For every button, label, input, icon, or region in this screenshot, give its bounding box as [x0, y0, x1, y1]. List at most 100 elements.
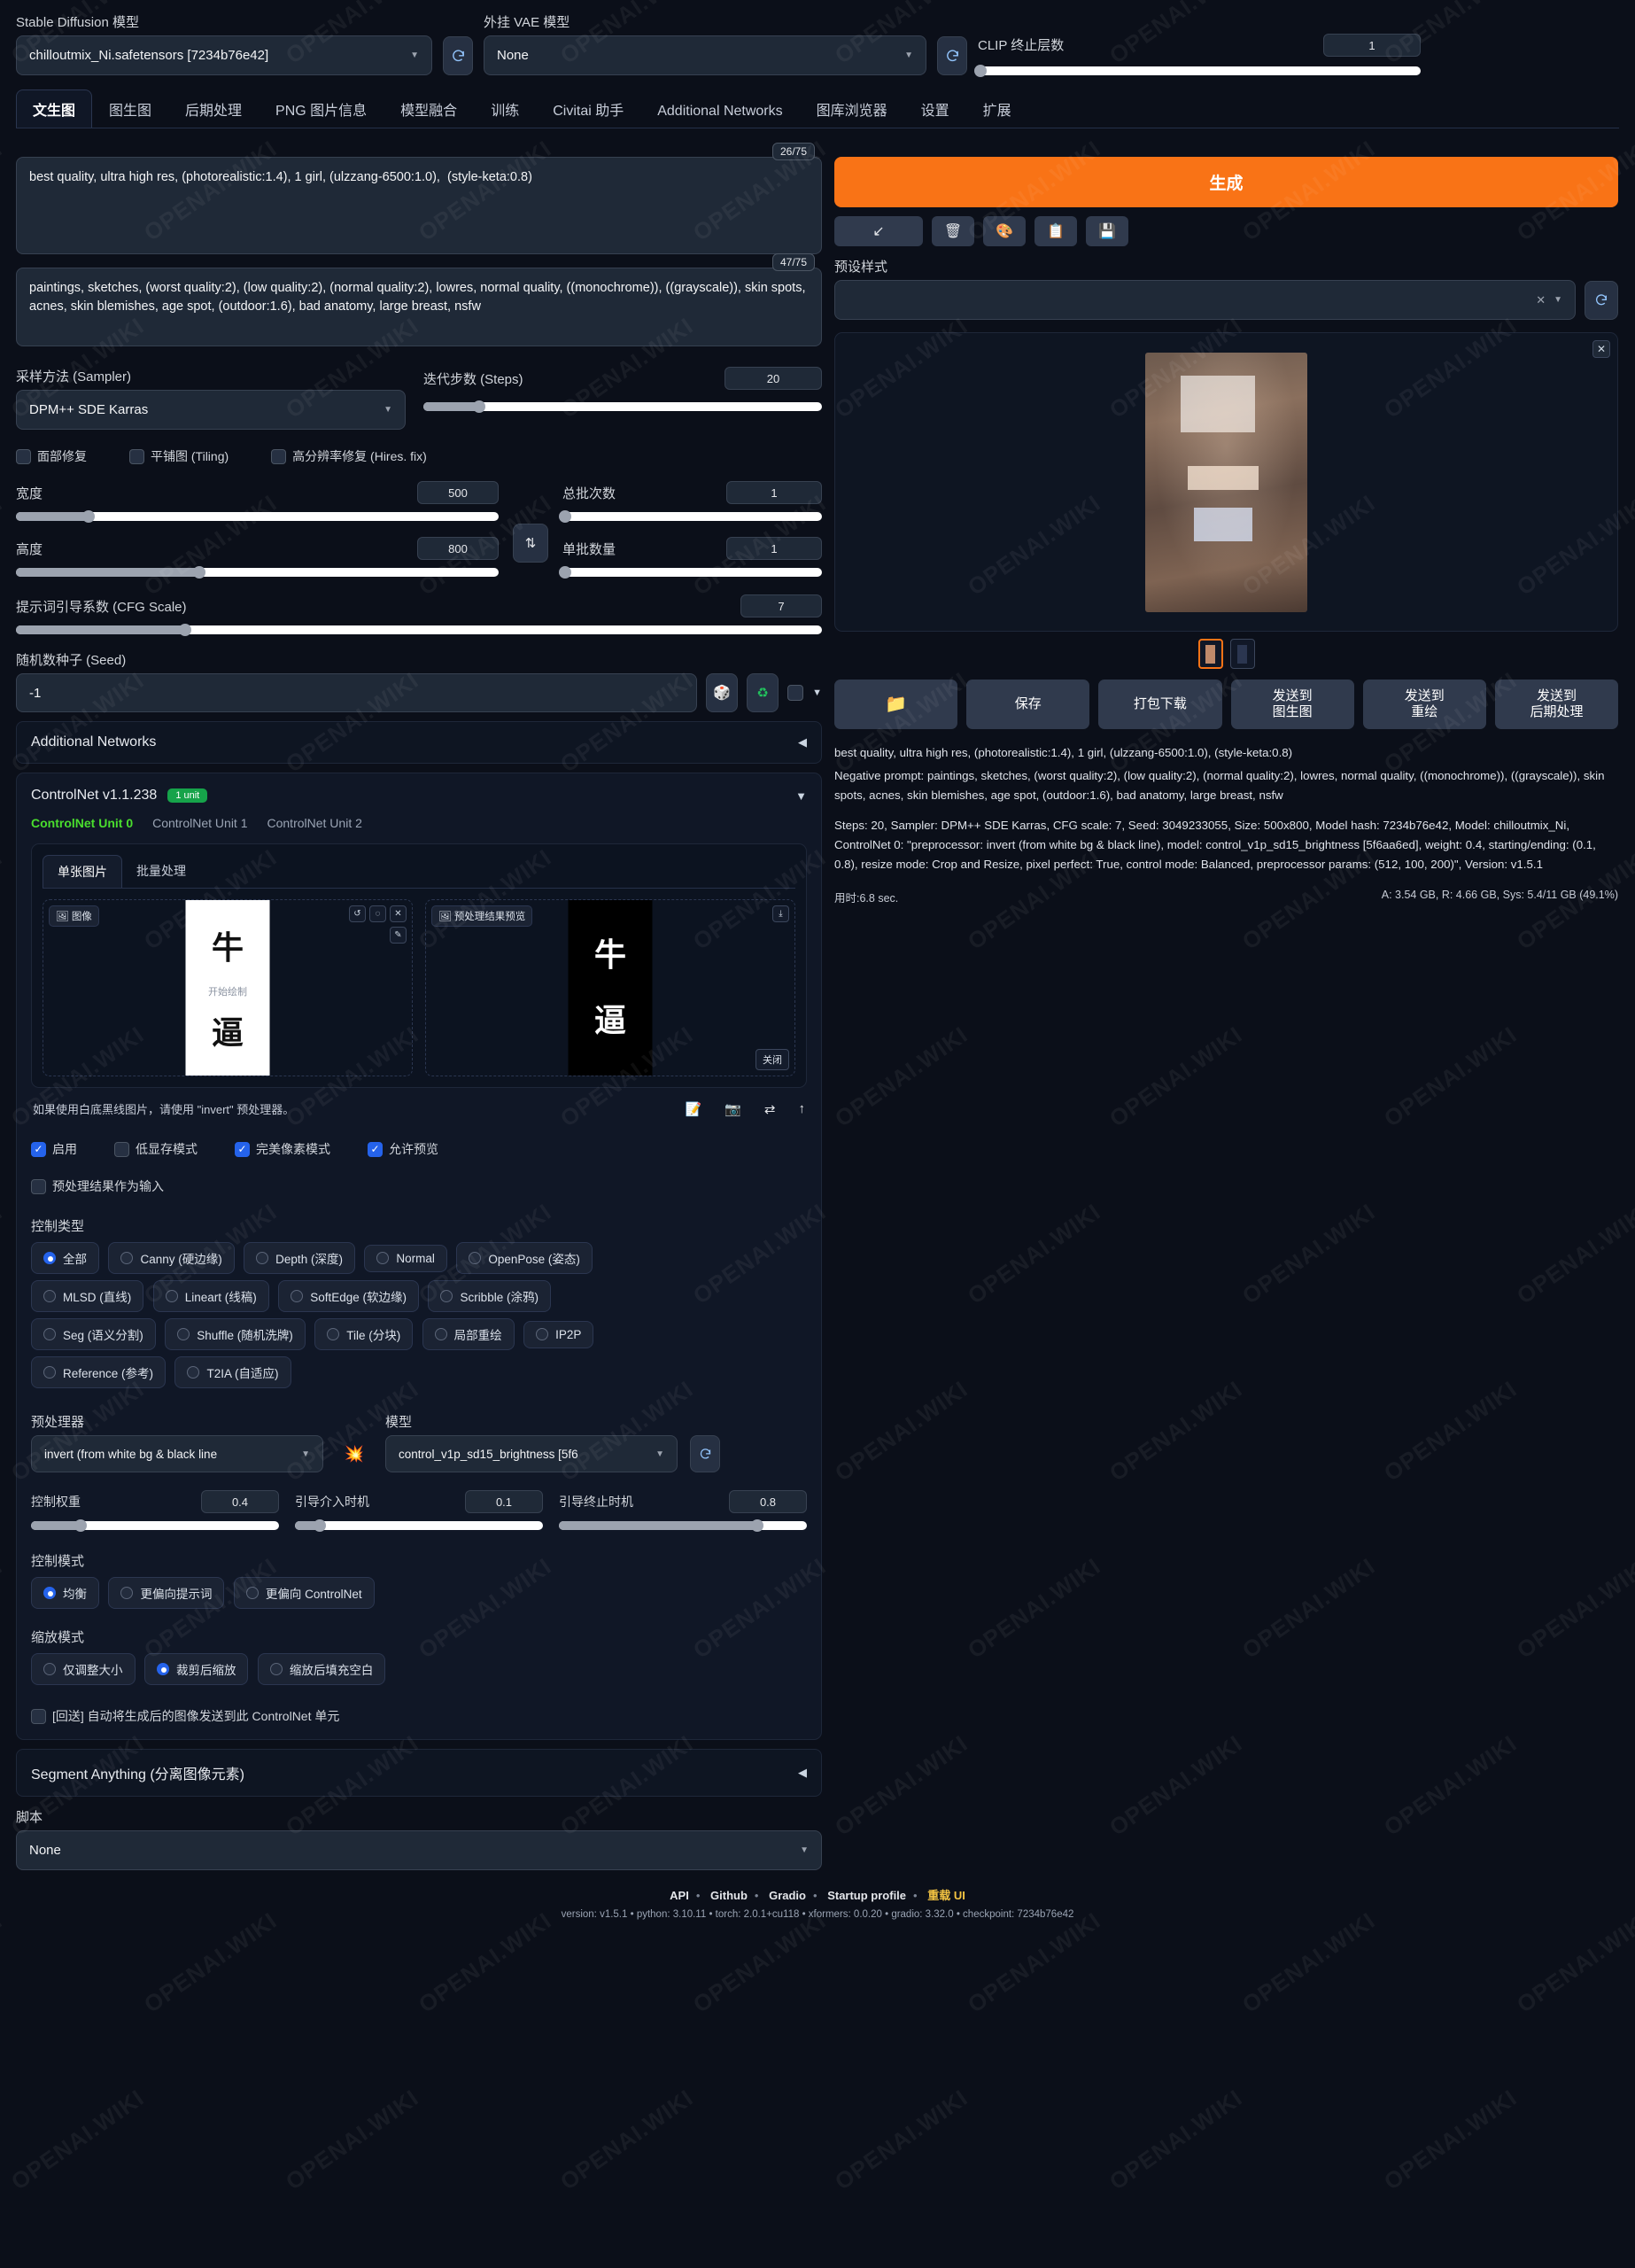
steps-slider[interactable]	[423, 400, 822, 414]
control-type-t2ia[interactable]: T2IA (自适应)	[174, 1356, 291, 1389]
image-thumb-1[interactable]	[1197, 639, 1223, 669]
generate-button[interactable]: 生成	[834, 157, 1618, 207]
preprocessor-select[interactable]: invert (from white bg & black line ▼	[31, 1435, 323, 1473]
tab-image-browser[interactable]: 图库浏览器	[800, 89, 904, 128]
refresh-styles-button[interactable]	[1585, 280, 1618, 320]
batch-count-value[interactable]: 1	[726, 481, 822, 505]
controlnet-header[interactable]: ControlNet v1.1.238 1 unit ▼	[31, 788, 807, 804]
control-type-lineart[interactable]: Lineart (线稿)	[152, 1280, 269, 1313]
paste-prompt-button[interactable]: ↙	[834, 216, 923, 246]
preprocess-as-input-checkbox[interactable]: 预处理结果作为输入	[31, 1177, 807, 1195]
batch-count-slider[interactable]	[558, 510, 822, 524]
control-type-ip2p[interactable]: IP2P	[523, 1320, 594, 1348]
generated-image[interactable]	[1145, 352, 1307, 612]
control-type-reference[interactable]: Reference (参考)	[31, 1356, 167, 1389]
extra-seed-checkbox[interactable]	[787, 685, 804, 702]
control-type-depth[interactable]: Depth (深度)	[244, 1242, 355, 1275]
close-preview-button[interactable]: 关闭	[756, 1049, 789, 1071]
width-value[interactable]: 500	[417, 481, 499, 505]
styles-select[interactable]: ✕ ▼	[834, 280, 1576, 320]
height-slider[interactable]	[16, 566, 499, 579]
show-networks-button[interactable]: 🎨	[983, 216, 1026, 246]
clip-skip-slider[interactable]	[973, 65, 1421, 77]
apply-style-button[interactable]: 📋	[1034, 216, 1077, 246]
controlnet-preprocess-preview[interactable]: 🖼 预处理结果预览 牛 逼 ⤓ 关闭	[425, 899, 795, 1077]
control-mode-controlnet[interactable]: 更偏向 ControlNet	[233, 1577, 375, 1610]
allow-preview-checkbox[interactable]: ✓ 允许预览	[368, 1140, 438, 1158]
control-mode-prompt[interactable]: 更偏向提示词	[108, 1577, 225, 1610]
send-to-inpaint-button[interactable]: 发送到 重绘	[1362, 680, 1486, 729]
eraser-icon[interactable]: ◌	[369, 905, 386, 923]
batch-size-slider[interactable]	[558, 566, 822, 579]
chevron-down-icon[interactable]: ▼	[812, 687, 822, 698]
cn-start-slider[interactable]	[295, 1519, 543, 1533]
undo-icon[interactable]: ↺	[349, 905, 366, 923]
edit-icon[interactable]: 📝	[686, 1101, 702, 1117]
close-icon[interactable]: ✕	[390, 905, 407, 923]
cn-end-value[interactable]: 0.8	[729, 1490, 807, 1514]
resize-mode-just-resize[interactable]: 仅调整大小	[31, 1653, 136, 1686]
steps-value[interactable]: 20	[725, 367, 822, 391]
footer-link-github[interactable]: Github	[710, 1889, 748, 1902]
brush-icon[interactable]: ✎	[390, 927, 407, 944]
positive-prompt-input[interactable]: best quality, ultra high res, (photoreal…	[16, 157, 822, 255]
upload-icon[interactable]: ↑	[799, 1101, 806, 1117]
cn-start-value[interactable]: 0.1	[465, 1490, 543, 1514]
swap-dimensions-button[interactable]: ⇅	[513, 524, 548, 563]
hires-fix-checkbox[interactable]: 高分辨率修复 (Hires. fix)	[271, 447, 427, 465]
cn-weight-value[interactable]: 0.4	[201, 1490, 279, 1514]
sampler-select[interactable]: DPM++ SDE Karras ▼	[16, 390, 406, 431]
zip-download-button[interactable]: 打包下载	[1098, 680, 1222, 729]
batch-size-value[interactable]: 1	[726, 537, 822, 561]
tiling-checkbox[interactable]: 平铺图 (Tiling)	[129, 447, 229, 465]
tab-txt2img[interactable]: 文生图	[16, 89, 93, 128]
low-vram-checkbox[interactable]: 低显存模式	[114, 1140, 198, 1158]
open-folder-button[interactable]: 📁	[834, 680, 958, 729]
refresh-sd-model-button[interactable]	[443, 36, 473, 75]
footer-link-reload-ui[interactable]: 重载 UI	[927, 1889, 965, 1902]
close-preview-icon[interactable]: ✕	[1592, 340, 1610, 358]
control-mode-balanced[interactable]: 均衡	[31, 1577, 99, 1610]
control-type-normal[interactable]: Normal	[364, 1244, 447, 1272]
control-type-shuffle[interactable]: Shuffle (随机洗牌)	[165, 1318, 306, 1351]
tab-additional-networks[interactable]: Additional Networks	[640, 95, 799, 128]
vae-model-select[interactable]: None ▼	[484, 35, 926, 75]
cn-model-select[interactable]: control_v1p_sd15_brightness [5f6 ▼	[385, 1435, 678, 1473]
footer-link-api[interactable]: API	[670, 1889, 689, 1902]
clear-prompt-button[interactable]: 🗑	[932, 216, 974, 246]
download-icon[interactable]: ⤓	[772, 905, 789, 923]
refresh-cn-model-button[interactable]	[690, 1435, 720, 1473]
segment-anything-accordion[interactable]: Segment Anything (分离图像元素) ◀	[16, 1749, 822, 1798]
tab-extensions[interactable]: 扩展	[966, 89, 1028, 128]
control-type-all[interactable]: 全部	[31, 1242, 99, 1275]
control-type-softedge[interactable]: SoftEdge (软边缘)	[278, 1280, 419, 1313]
tab-civitai-helper[interactable]: Civitai 助手	[536, 89, 640, 128]
controlnet-unit-1-tab[interactable]: ControlNet Unit 1	[152, 816, 247, 833]
tab-settings[interactable]: 设置	[904, 89, 966, 128]
height-value[interactable]: 800	[417, 537, 499, 561]
footer-link-gradio[interactable]: Gradio	[769, 1889, 806, 1902]
camera-icon[interactable]: 📷	[725, 1101, 741, 1117]
cfg-value[interactable]: 7	[740, 594, 822, 618]
tab-img2img[interactable]: 图生图	[92, 89, 168, 128]
control-type-seg[interactable]: Seg (语义分割)	[31, 1318, 156, 1351]
negative-prompt-input[interactable]: paintings, sketches, (worst quality:2), …	[16, 268, 822, 347]
controlnet-input-image[interactable]: 🖼 图像 牛 开始绘制 逼 ↺ ◌ ✕ ✎	[43, 899, 413, 1077]
footer-link-startup-profile[interactable]: Startup profile	[827, 1889, 906, 1902]
controlnet-unit-0-tab[interactable]: ControlNet Unit 0	[31, 816, 133, 833]
save-button[interactable]: 保存	[966, 680, 1090, 729]
additional-networks-accordion[interactable]: Additional Networks ◀	[16, 721, 822, 765]
control-type-scribble[interactable]: Scribble (涂鸦)	[428, 1280, 551, 1313]
send-to-img2img-button[interactable]: 发送到 图生图	[1230, 680, 1354, 729]
enable-checkbox[interactable]: ✓ 启用	[31, 1140, 77, 1158]
reuse-seed-button[interactable]: ♻	[747, 673, 779, 713]
control-type-mlsd[interactable]: MLSD (直线)	[31, 1280, 144, 1313]
batch-tab[interactable]: 批量处理	[122, 855, 200, 888]
refresh-vae-button[interactable]	[937, 36, 967, 75]
controlnet-unit-2-tab[interactable]: ControlNet Unit 2	[267, 816, 362, 833]
clear-icon[interactable]: ✕	[1536, 293, 1546, 307]
single-image-tab[interactable]: 单张图片	[43, 855, 122, 889]
script-select[interactable]: None ▼	[16, 1830, 822, 1871]
control-type-tile[interactable]: Tile (分块)	[314, 1318, 414, 1351]
control-type-openpose[interactable]: OpenPose (姿态)	[456, 1242, 593, 1275]
